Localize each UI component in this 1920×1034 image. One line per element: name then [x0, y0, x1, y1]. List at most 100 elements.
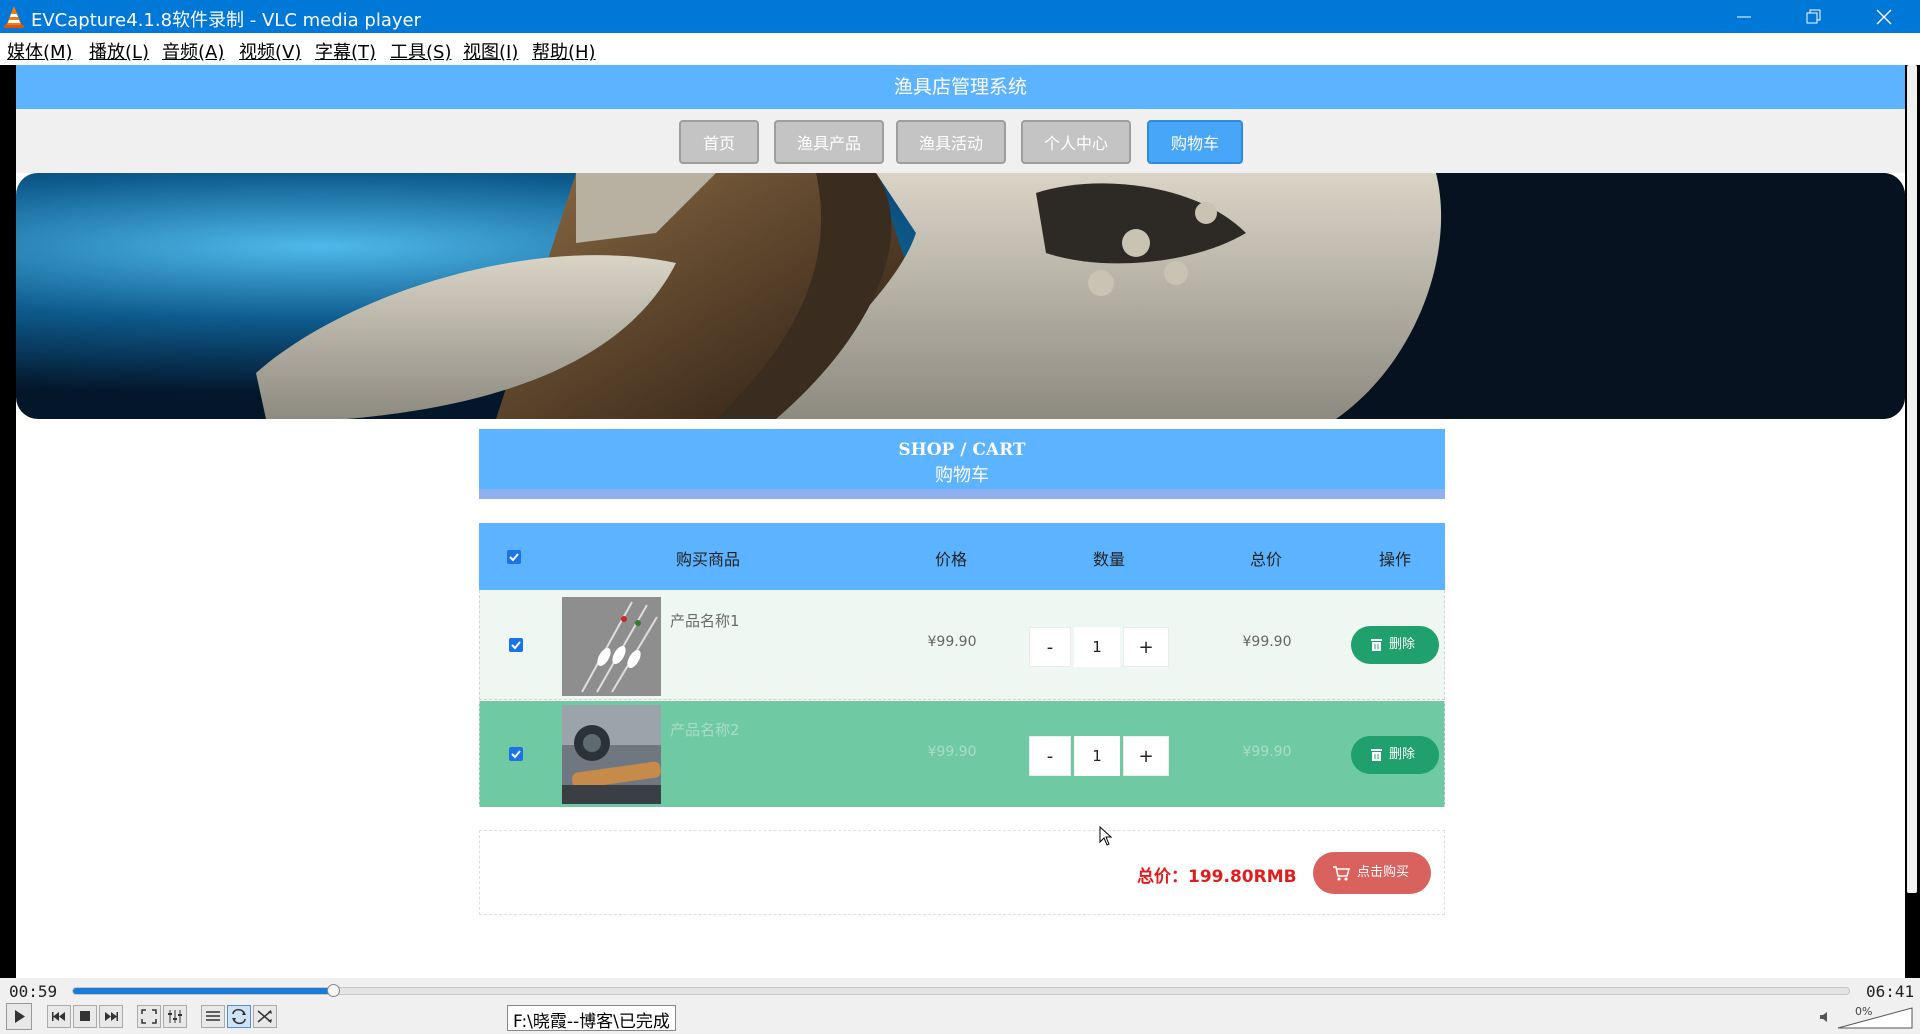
- previous-button[interactable]: [47, 1005, 71, 1029]
- status-tooltip: F:\晓霞--博客\已完成: [507, 1005, 676, 1032]
- cart-row: 产品名称1 ¥99.90 - 1 + ¥99.90 删除: [479, 590, 1445, 700]
- scrollbar-track[interactable]: [1907, 65, 1917, 893]
- quantity-field[interactable]: 1: [1074, 627, 1120, 667]
- quantity-stepper: - 1 +: [1029, 736, 1169, 776]
- product-thumbnail[interactable]: [562, 705, 661, 804]
- nav-activities[interactable]: 渔具活动: [896, 120, 1006, 164]
- seek-handle[interactable]: [327, 984, 341, 997]
- cart-total: 总价：199.80RMB: [1137, 867, 1297, 887]
- close-button[interactable]: [1849, 0, 1919, 33]
- col-product: 购买商品: [675, 550, 741, 569]
- web-page: 渔具店管理系统 首页 渔具产品 渔具活动 个人中心 购物车 SHOP / CAR…: [16, 65, 1905, 978]
- product-thumbnail[interactable]: [562, 597, 661, 696]
- nav-home[interactable]: 首页: [679, 120, 759, 164]
- loop-button[interactable]: [227, 1005, 251, 1029]
- minimize-button[interactable]: [1709, 0, 1779, 33]
- decrease-button[interactable]: -: [1029, 736, 1071, 776]
- increase-button[interactable]: +: [1123, 627, 1169, 667]
- menu-tools[interactable]: 工具(S): [390, 38, 451, 64]
- checkmark-icon: [511, 641, 521, 650]
- menu-playback[interactable]: 播放(L): [89, 38, 149, 64]
- close-icon: [1876, 9, 1892, 25]
- menu-view[interactable]: 视图(I): [463, 38, 518, 64]
- player-controls: 00:59 06:41 F:\晓霞--博客\已完成 0%: [0, 978, 1920, 1034]
- total-duration: 06:41: [1866, 982, 1915, 1001]
- product-price: ¥99.90: [927, 744, 977, 760]
- play-button[interactable]: [6, 1003, 32, 1030]
- cart-footer: [479, 830, 1445, 915]
- menu-bar: 媒体(M) 播放(L) 音频(A) 视频(V) 字幕(T) 工具(S) 视图(I…: [0, 33, 1920, 65]
- delete-button[interactable]: 删除: [1351, 736, 1439, 774]
- menu-audio[interactable]: 音频(A): [162, 38, 224, 64]
- vlc-cone-icon: [4, 6, 24, 28]
- fullscreen-icon: [137, 1005, 161, 1028]
- elapsed-time: 00:59: [9, 982, 58, 1001]
- cart-table-header: 购买商品 价格 数量 总价 操作: [479, 523, 1445, 590]
- quantity-field[interactable]: 1: [1074, 736, 1120, 776]
- nav-profile[interactable]: 个人中心: [1021, 120, 1131, 164]
- stop-icon: [73, 1005, 97, 1028]
- checkmark-icon: [509, 553, 519, 562]
- product-name[interactable]: 产品名称1: [670, 610, 740, 631]
- item-subtotal: ¥99.90: [1242, 634, 1292, 650]
- buy-button[interactable]: 点击购买: [1313, 852, 1431, 894]
- buy-label: 点击购买: [1357, 865, 1410, 880]
- previous-icon: [47, 1005, 71, 1028]
- select-all-checkbox[interactable]: [507, 550, 521, 564]
- col-actions: 操作: [1378, 550, 1412, 569]
- fishing-floats-photo: [562, 597, 661, 696]
- volume-level: 0%: [1855, 1005, 1873, 1018]
- delete-button[interactable]: 删除: [1351, 626, 1439, 664]
- extended-settings-button[interactable]: [163, 1005, 187, 1029]
- decrease-button[interactable]: -: [1029, 627, 1071, 667]
- menu-media[interactable]: 媒体(M): [7, 38, 73, 64]
- product-price: ¥99.90: [927, 634, 977, 650]
- playlist-button[interactable]: [201, 1005, 225, 1029]
- trash-icon: [1371, 749, 1382, 761]
- volume-slider[interactable]: [1836, 1006, 1914, 1030]
- cart-heading-en: SHOP / CART: [898, 440, 1026, 460]
- seek-bar[interactable]: [72, 984, 1850, 997]
- speaker-icon[interactable]: [1818, 1010, 1832, 1024]
- minimize-icon: [1737, 16, 1751, 18]
- delete-label: 删除: [1389, 637, 1416, 652]
- restore-icon: [1806, 9, 1821, 24]
- next-button[interactable]: [99, 1005, 123, 1029]
- fishing-reel-rod-photo: [562, 705, 661, 804]
- col-quantity: 数量: [1092, 550, 1126, 569]
- checkmark-icon: [511, 750, 521, 759]
- site-title: 渔具店管理系统: [16, 65, 1905, 109]
- increase-button[interactable]: +: [1123, 736, 1169, 776]
- video-area[interactable]: 渔具店管理系统 首页 渔具产品 渔具活动 个人中心 购物车 SHOP / CAR…: [0, 65, 1920, 978]
- banner-image: [16, 173, 1905, 419]
- stop-button[interactable]: [73, 1005, 97, 1029]
- product-name[interactable]: 产品名称2: [670, 719, 740, 740]
- play-icon: [6, 1003, 32, 1030]
- equalizer-icon: [163, 1005, 187, 1028]
- col-price: 价格: [934, 550, 968, 569]
- cart-heading-zh: 购物车: [935, 465, 989, 486]
- playlist-icon: [201, 1005, 225, 1028]
- nav-cart[interactable]: 购物车: [1147, 120, 1243, 164]
- item-checkbox[interactable]: [509, 747, 523, 761]
- menu-help[interactable]: 帮助(H): [532, 38, 596, 64]
- menu-video[interactable]: 视频(V): [239, 38, 301, 64]
- cart-row: 产品名称2 ¥99.90 - 1 + ¥99.90 删除: [479, 701, 1445, 807]
- shopping-cart-icon: [1333, 866, 1350, 881]
- item-subtotal: ¥99.90: [1242, 744, 1292, 760]
- window-title: EVCapture4.1.8软件录制 - VLC media player: [31, 10, 421, 31]
- nav-products[interactable]: 渔具产品: [774, 120, 884, 164]
- page-scrollbar[interactable]: [1905, 65, 1920, 978]
- mouse-cursor-icon: [1099, 826, 1113, 846]
- shuffle-icon: [253, 1005, 277, 1028]
- delete-label: 删除: [1389, 747, 1416, 762]
- trash-icon: [1371, 639, 1382, 651]
- restore-button[interactable]: [1779, 0, 1849, 33]
- menu-subtitle[interactable]: 字幕(T): [315, 38, 376, 64]
- fullscreen-button[interactable]: [137, 1005, 161, 1029]
- loop-icon: [227, 1005, 251, 1028]
- shuffle-button[interactable]: [253, 1005, 277, 1029]
- item-checkbox[interactable]: [509, 638, 523, 652]
- seek-progress: [73, 988, 335, 994]
- quantity-stepper: - 1 +: [1029, 627, 1169, 667]
